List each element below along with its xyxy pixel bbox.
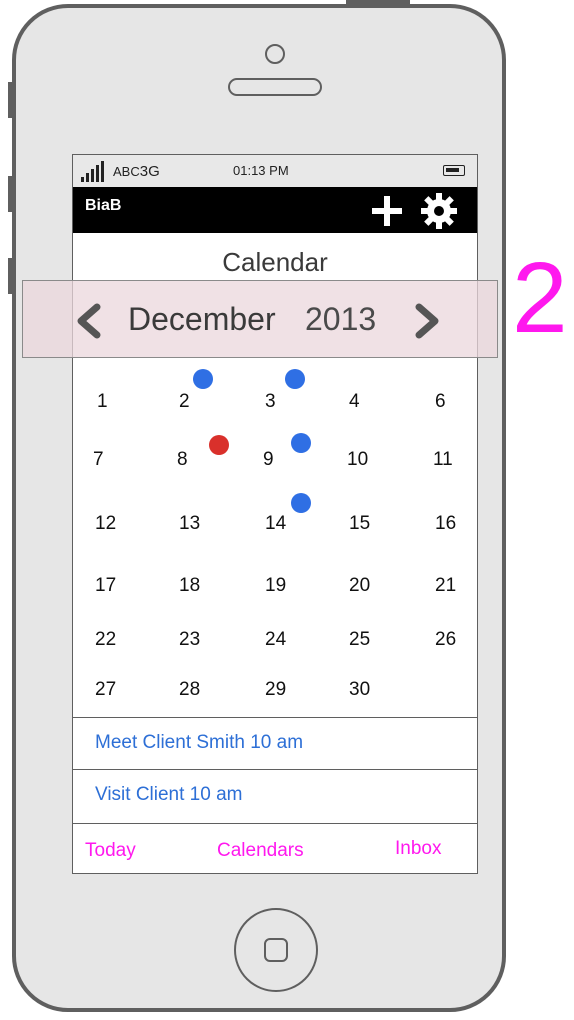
phone-frame: ABC3G 01:13 PM BiaB Calendar 1 2 3 4 6 7… xyxy=(12,4,506,1012)
day-cell[interactable]: 25 xyxy=(349,629,389,651)
day-cell[interactable]: 27 xyxy=(95,679,135,701)
signal-icon xyxy=(81,161,104,182)
day-cell[interactable]: 18 xyxy=(179,575,219,597)
day-cell[interactable]: 23 xyxy=(179,629,219,651)
event-label: Meet Client Smith 10 am xyxy=(95,732,304,753)
day-cell[interactable]: 17 xyxy=(95,575,135,597)
event-dot-blue xyxy=(291,493,311,513)
status-time: 01:13 PM xyxy=(233,163,289,178)
chevron-left-icon[interactable] xyxy=(71,303,107,339)
app-bar: BiaB xyxy=(73,187,477,233)
day-cell[interactable]: 24 xyxy=(265,629,305,651)
day-cell[interactable]: 11 xyxy=(433,449,473,471)
day-cell[interactable]: 28 xyxy=(179,679,219,701)
status-bar: ABC3G 01:13 PM xyxy=(73,155,477,187)
gear-icon[interactable] xyxy=(419,191,459,231)
event-dot-red xyxy=(209,435,229,455)
day-cell[interactable]: 1 xyxy=(97,391,137,413)
camera-icon xyxy=(265,44,285,64)
day-cell[interactable]: 10 xyxy=(347,449,387,471)
year-label: 2013 xyxy=(305,301,377,337)
battery-icon xyxy=(443,165,465,176)
plus-icon[interactable] xyxy=(369,193,405,229)
power-button xyxy=(346,0,410,6)
event-item[interactable]: Visit Client 10 am xyxy=(73,769,477,821)
day-cell[interactable]: 13 xyxy=(179,513,219,535)
annotation-number: 2 xyxy=(512,242,568,354)
day-cell[interactable]: 19 xyxy=(265,575,305,597)
day-cell[interactable]: 6 xyxy=(435,391,475,413)
day-cell[interactable]: 26 xyxy=(435,629,475,651)
day-cell[interactable]: 12 xyxy=(95,513,135,535)
carrier-label: ABC3G xyxy=(113,163,160,180)
phone-screen: ABC3G 01:13 PM BiaB Calendar 1 2 3 4 6 7… xyxy=(72,154,478,874)
day-cell[interactable]: 15 xyxy=(349,513,389,535)
home-square-icon xyxy=(264,938,288,962)
chevron-right-icon[interactable] xyxy=(409,303,445,339)
tab-calendars[interactable]: Calendars xyxy=(217,840,304,862)
day-cell[interactable]: 2 xyxy=(179,391,219,413)
day-cell[interactable]: 14 xyxy=(265,513,305,535)
tab-inbox[interactable]: Inbox xyxy=(395,838,441,860)
mute-switch xyxy=(8,82,14,118)
day-cell[interactable]: 7 xyxy=(93,449,133,471)
event-dot-blue xyxy=(285,369,305,389)
day-cell[interactable]: 8 xyxy=(177,449,217,471)
month-navigator: December 2013 xyxy=(22,280,498,358)
tab-bar: Today Calendars Inbox xyxy=(73,823,477,873)
volume-down-button xyxy=(8,258,14,294)
home-button[interactable] xyxy=(234,908,318,992)
app-title: BiaB xyxy=(85,197,122,214)
speaker-grille xyxy=(228,78,322,96)
day-cell[interactable]: 3 xyxy=(265,391,305,413)
day-cell[interactable]: 21 xyxy=(435,575,475,597)
network-type: 3G xyxy=(139,163,160,180)
calendar-title: Calendar xyxy=(222,247,328,277)
month-row: December 2013 xyxy=(23,281,499,359)
day-cell[interactable]: 4 xyxy=(349,391,389,413)
event-dot-blue xyxy=(291,433,311,453)
volume-up-button xyxy=(8,176,14,212)
day-cell[interactable]: 20 xyxy=(349,575,389,597)
day-cell[interactable]: 29 xyxy=(265,679,305,701)
event-label: Visit Client 10 am xyxy=(95,784,243,805)
day-cell[interactable]: 30 xyxy=(349,679,389,701)
day-cell[interactable]: 22 xyxy=(95,629,135,651)
event-item[interactable]: Meet Client Smith 10 am xyxy=(73,717,477,769)
day-cell[interactable]: 16 xyxy=(435,513,475,535)
tab-today[interactable]: Today xyxy=(85,840,136,862)
carrier-name: ABC xyxy=(113,164,140,179)
event-dot-blue xyxy=(193,369,213,389)
month-label: December xyxy=(128,301,276,337)
